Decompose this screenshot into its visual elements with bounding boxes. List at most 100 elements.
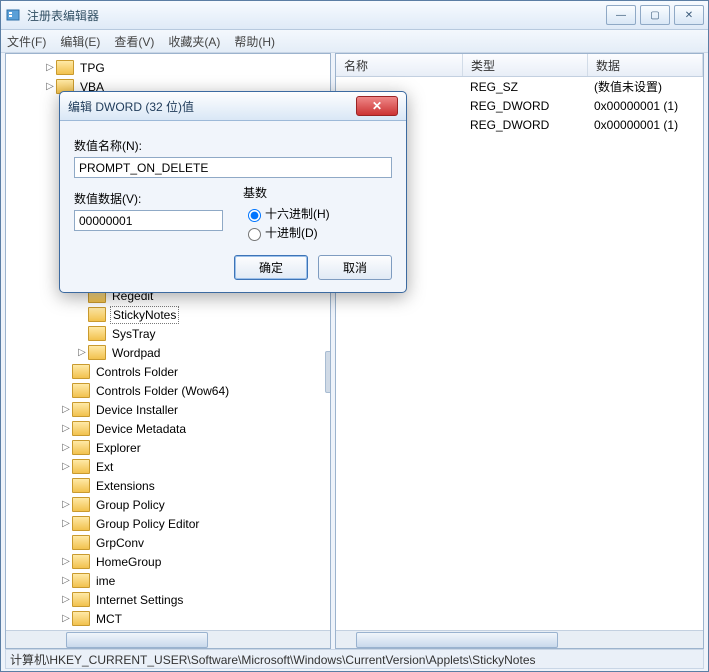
tree-item-label: Device Installer [94, 402, 180, 418]
tree-item[interactable]: ▷ Explorer [6, 438, 330, 457]
tree-item-label: Device Metadata [94, 421, 188, 437]
expander-icon[interactable]: ▷ [60, 499, 72, 510]
value-name-label: 数值名称(N): [74, 137, 392, 154]
list-scroll-thumb[interactable] [356, 632, 558, 648]
cancel-button[interactable]: 取消 [318, 255, 392, 280]
expander-icon[interactable]: ▷ [60, 613, 72, 624]
tree-item[interactable]: ▷ Group Policy [6, 495, 330, 514]
tree-item-label: Explorer [94, 440, 143, 456]
tree-item[interactable]: GrpConv [6, 533, 330, 552]
tree-item-label: Internet Settings [94, 592, 185, 608]
dialog-titlebar[interactable]: 编辑 DWORD (32 位)值 ✕ [60, 92, 406, 121]
cell-type: REG_SZ [462, 80, 586, 94]
window-buttons: — ▢ ✕ [606, 5, 704, 25]
folder-icon [88, 326, 106, 341]
tree-item-label: GrpConv [94, 535, 146, 551]
expander-icon[interactable]: ▷ [60, 404, 72, 415]
expander-icon[interactable]: ▷ [60, 575, 72, 586]
folder-icon [72, 516, 90, 531]
tree-item[interactable]: ▷ Internet Settings [6, 590, 330, 609]
tree-item[interactable]: ▷ Ext [6, 457, 330, 476]
tree-item-label: Extensions [94, 478, 157, 494]
tree-item[interactable]: Extensions [6, 476, 330, 495]
tree-item[interactable]: StickyNotes [6, 305, 330, 324]
tree-item[interactable]: ▷ TPG [6, 58, 330, 77]
expander-icon[interactable]: ▷ [44, 81, 56, 92]
tree-item[interactable]: ▷ Device Metadata [6, 419, 330, 438]
folder-icon [72, 440, 90, 455]
folder-icon [72, 573, 90, 588]
radio-dec-input[interactable] [248, 228, 261, 241]
menu-view[interactable]: 查看(V) [114, 33, 154, 50]
radio-dec[interactable]: 十进制(D) [243, 224, 392, 241]
folder-icon [72, 592, 90, 607]
tree-item-label: SysTray [110, 326, 158, 342]
tree-item-label: Controls Folder [94, 364, 180, 380]
tree-item[interactable]: ▷ HomeGroup [6, 552, 330, 571]
col-data-header[interactable]: 数据 [588, 54, 703, 76]
expander-icon[interactable]: ▷ [44, 62, 56, 73]
expander-icon[interactable]: ▷ [60, 556, 72, 567]
folder-icon [88, 307, 106, 322]
folder-icon [72, 383, 90, 398]
tree-item[interactable]: ▷ ime [6, 571, 330, 590]
app-icon [5, 7, 21, 23]
folder-icon [56, 60, 74, 75]
close-button[interactable]: ✕ [674, 5, 704, 25]
value-name-field[interactable] [74, 157, 392, 178]
tree-scroll-thumb[interactable] [66, 632, 208, 648]
value-data-label: 数值数据(V): [74, 190, 223, 207]
tree-item[interactable]: ▷MCT [6, 609, 330, 628]
expander-icon[interactable]: ▷ [60, 442, 72, 453]
list-header: 名称 类型 数据 [336, 54, 703, 77]
tree-item[interactable]: ▷ Wordpad [6, 343, 330, 362]
tree-item[interactable]: ▷ Device Installer [6, 400, 330, 419]
expander-icon[interactable]: ▷ [76, 347, 88, 358]
folder-icon [72, 535, 90, 550]
splitter-handle[interactable] [325, 351, 331, 393]
menu-edit[interactable]: 编辑(E) [60, 33, 100, 50]
tree-item-label: TPG [78, 60, 107, 76]
dialog-close-button[interactable]: ✕ [356, 96, 398, 116]
folder-icon [72, 364, 90, 379]
cell-data: (数值未设置) [586, 78, 703, 95]
radio-hex[interactable]: 十六进制(H) [243, 205, 392, 222]
menu-help[interactable]: 帮助(H) [234, 33, 275, 50]
folder-icon [88, 345, 106, 360]
tree-item-label: Wordpad [110, 345, 162, 361]
status-path: 计算机\HKEY_CURRENT_USER\Software\Microsoft… [10, 651, 536, 668]
tree-item[interactable]: ▷Group Policy Editor [6, 514, 330, 533]
tree-item-label: Ext [94, 459, 115, 475]
tree-item[interactable]: Controls Folder [6, 362, 330, 381]
radio-hex-input[interactable] [248, 209, 261, 222]
tree-item-label: Controls Folder (Wow64) [94, 383, 231, 399]
cell-data: 0x00000001 (1) [586, 118, 703, 132]
tree-item[interactable]: SysTray [6, 324, 330, 343]
edit-dword-dialog: 编辑 DWORD (32 位)值 ✕ 数值名称(N): 数值数据(V): 基数 … [59, 91, 407, 293]
tree-item-label: HomeGroup [94, 554, 163, 570]
tree-item[interactable]: Controls Folder (Wow64) [6, 381, 330, 400]
tree-scrollbar-h[interactable] [6, 630, 330, 648]
minimize-button[interactable]: — [606, 5, 636, 25]
col-name-header[interactable]: 名称 [336, 54, 463, 76]
expander-icon[interactable]: ▷ [60, 461, 72, 472]
dialog-title: 编辑 DWORD (32 位)值 [68, 98, 194, 115]
menu-file[interactable]: 文件(F) [7, 33, 46, 50]
tree-item-label: ime [94, 573, 117, 589]
expander-icon[interactable]: ▷ [60, 423, 72, 434]
tree-item-label: Group Policy [94, 497, 167, 513]
list-scrollbar-h[interactable] [336, 630, 703, 648]
expander-icon[interactable]: ▷ [60, 518, 72, 529]
statusbar: 计算机\HKEY_CURRENT_USER\Software\Microsoft… [5, 649, 704, 669]
ok-button[interactable]: 确定 [234, 255, 308, 280]
expander-icon[interactable]: ▷ [60, 594, 72, 605]
folder-icon [72, 421, 90, 436]
value-data-field[interactable] [74, 210, 223, 231]
menu-favorites[interactable]: 收藏夹(A) [168, 33, 220, 50]
menubar: 文件(F) 编辑(E) 查看(V) 收藏夹(A) 帮助(H) [1, 30, 708, 53]
col-type-header[interactable]: 类型 [463, 54, 588, 76]
maximize-button[interactable]: ▢ [640, 5, 670, 25]
titlebar[interactable]: 注册表编辑器 — ▢ ✕ [1, 1, 708, 30]
dialog-buttons: 确定 取消 [60, 247, 406, 292]
folder-icon [72, 611, 90, 626]
